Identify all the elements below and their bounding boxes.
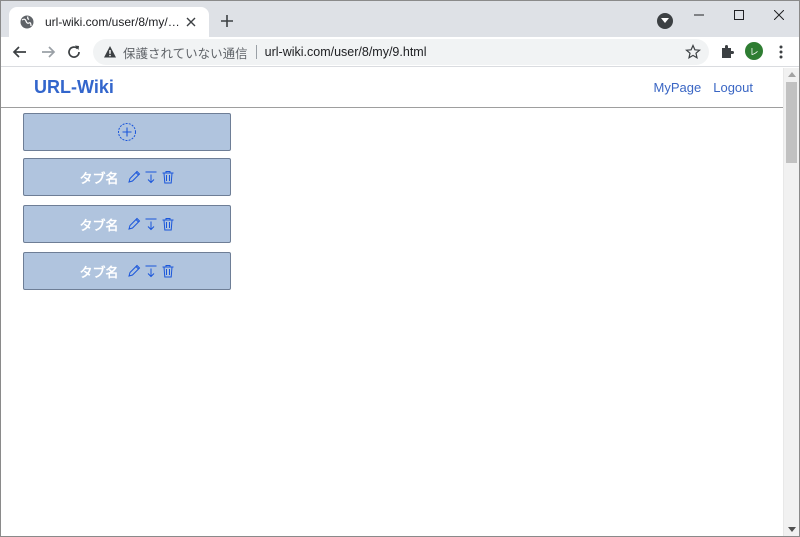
tab-strip: url-wiki.com/user/8/my/9.html bbox=[1, 1, 799, 37]
reload-icon[interactable] bbox=[63, 41, 85, 63]
trash-icon[interactable] bbox=[161, 170, 175, 184]
tab-actions bbox=[127, 264, 175, 278]
tab-name-label: タブ名 bbox=[79, 170, 119, 186]
profile-avatar[interactable]: レ bbox=[745, 42, 763, 60]
forward-icon[interactable] bbox=[37, 41, 59, 63]
scroll-down-icon[interactable] bbox=[788, 527, 796, 532]
tab-name-label: タブ名 bbox=[79, 264, 119, 280]
mypage-link[interactable]: MyPage bbox=[654, 80, 702, 95]
back-icon[interactable] bbox=[9, 41, 31, 63]
move-down-icon[interactable] bbox=[144, 170, 158, 184]
browser-window: url-wiki.com/user/8/my/9.html bbox=[0, 0, 800, 537]
page-scrollbar[interactable] bbox=[783, 68, 799, 536]
close-tab-icon[interactable] bbox=[183, 14, 199, 30]
tab-card[interactable]: タブ名 bbox=[23, 252, 231, 290]
more-menu-icon[interactable] bbox=[773, 44, 789, 60]
pencil-icon[interactable] bbox=[127, 170, 141, 184]
move-down-icon[interactable] bbox=[144, 217, 158, 231]
browser-tab[interactable]: url-wiki.com/user/8/my/9.html bbox=[9, 7, 209, 37]
brand-logo-link[interactable]: URL-Wiki bbox=[34, 77, 114, 98]
url-text[interactable]: url-wiki.com/user/8/my/9.html bbox=[265, 45, 427, 59]
new-tab-icon[interactable] bbox=[217, 11, 237, 31]
tab-card[interactable]: タブ名 bbox=[23, 158, 231, 196]
tab-card[interactable]: タブ名 bbox=[23, 205, 231, 243]
tab-actions bbox=[127, 170, 175, 184]
window-controls bbox=[679, 1, 799, 29]
bookmark-star-icon[interactable] bbox=[685, 44, 701, 60]
trash-icon[interactable] bbox=[161, 217, 175, 231]
browser-toolbar: 保護されていない通信 url-wiki.com/user/8/my/9.html… bbox=[1, 37, 799, 67]
extensions-puzzle-icon[interactable] bbox=[719, 44, 735, 60]
address-bar[interactable]: 保護されていない通信 url-wiki.com/user/8/my/9.html bbox=[93, 39, 709, 65]
globe-icon bbox=[20, 15, 34, 29]
tab-search-icon[interactable] bbox=[657, 13, 673, 29]
scroll-up-icon[interactable] bbox=[788, 72, 796, 77]
close-window-icon[interactable] bbox=[759, 1, 799, 29]
move-down-icon[interactable] bbox=[144, 264, 158, 278]
pencil-icon[interactable] bbox=[127, 264, 141, 278]
header-nav: MyPage Logout bbox=[654, 80, 753, 95]
warning-icon bbox=[104, 46, 116, 58]
plus-circle-icon bbox=[117, 122, 137, 142]
security-label[interactable]: 保護されていない通信 bbox=[123, 43, 248, 62]
tab-name-label: タブ名 bbox=[79, 217, 119, 233]
tab-actions bbox=[127, 217, 175, 231]
pencil-icon[interactable] bbox=[127, 217, 141, 231]
omnibox-divider bbox=[255, 45, 257, 59]
minimize-icon[interactable] bbox=[679, 1, 719, 29]
trash-icon[interactable] bbox=[161, 264, 175, 278]
add-tab-button[interactable] bbox=[23, 113, 231, 151]
page-viewport: URL-Wiki MyPage Logout タブ名 タブ名 タブ名 bbox=[1, 68, 783, 536]
site-header: URL-Wiki MyPage Logout bbox=[1, 68, 783, 108]
maximize-icon[interactable] bbox=[719, 1, 759, 29]
logout-link[interactable]: Logout bbox=[713, 80, 753, 95]
scrollbar-thumb[interactable] bbox=[786, 82, 797, 163]
tab-title: url-wiki.com/user/8/my/9.html bbox=[45, 15, 183, 29]
